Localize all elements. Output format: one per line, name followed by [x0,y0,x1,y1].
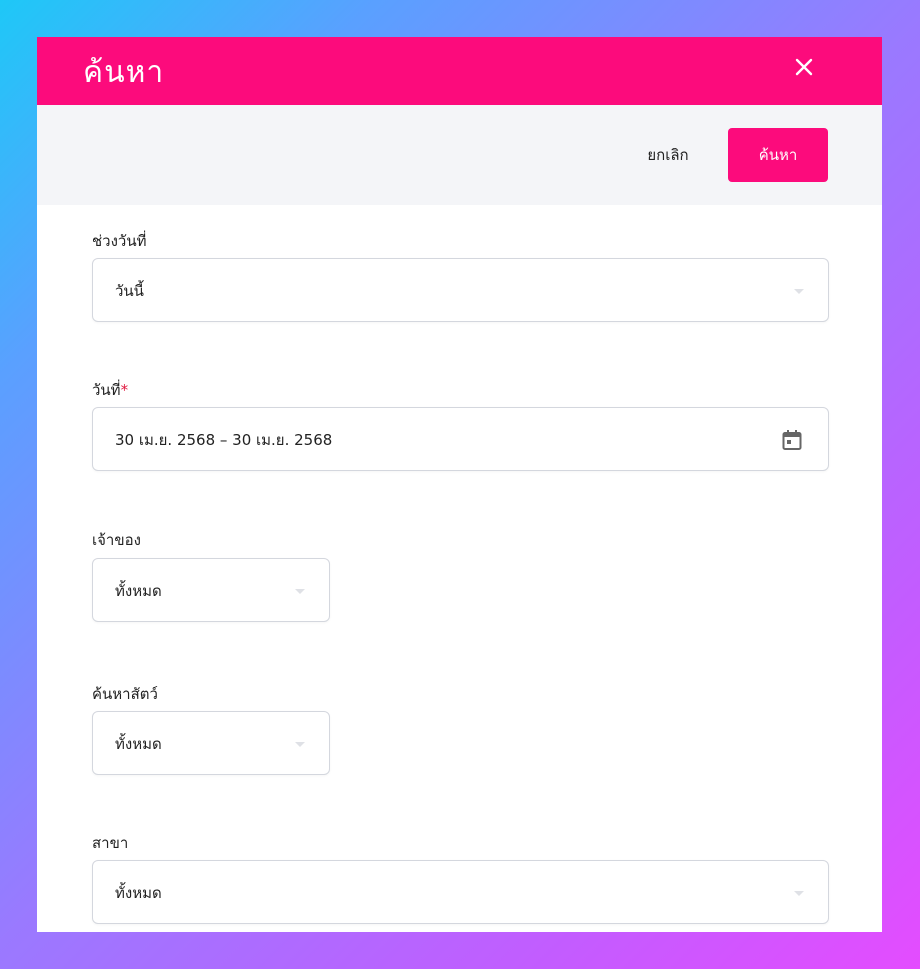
chevron-down-icon [794,891,804,896]
dialog-header: ค้นหา [37,37,882,105]
date-range-value: วันนี้ [115,282,144,300]
date-label-text: วันที่ [92,381,121,399]
owner-value: ทั้งหมด [115,582,162,600]
date-range-select[interactable]: วันนี้ [92,258,829,322]
date-range-field-value: 30 เม.ย. 2568 – 30 เม.ย. 2568 [115,431,333,449]
owner-label: เจ้าของ [92,531,141,549]
branch-label: สาขา [92,834,129,852]
required-mark: * [120,381,129,399]
branch-value: ทั้งหมด [115,884,162,902]
date-range-label: ช่วงวันที่ [92,232,147,250]
calendar-icon[interactable] [780,428,804,452]
branch-select[interactable]: ทั้งหมด [92,860,829,924]
pet-search-label: ค้นหาสัตว์ [92,685,158,703]
chevron-down-icon [295,589,305,594]
date-label: วันที่* [92,378,128,402]
close-icon[interactable] [792,55,816,79]
cancel-button[interactable]: ยกเลิก [628,133,708,178]
dialog-title: ค้นหา [83,55,165,90]
owner-select[interactable]: ทั้งหมด [92,558,330,622]
dialog-toolbar: ยกเลิก ค้นหา [37,105,882,205]
search-dialog: ค้นหา ยกเลิก ค้นหา ช่วงวันที่ วันนี้ วัน… [37,37,882,932]
pet-value: ทั้งหมด [115,735,162,753]
pet-select[interactable]: ทั้งหมด [92,711,330,775]
date-range-field[interactable]: 30 เม.ย. 2568 – 30 เม.ย. 2568 [92,407,829,471]
search-button[interactable]: ค้นหา [728,128,828,182]
chevron-down-icon [295,742,305,747]
chevron-down-icon [794,289,804,294]
